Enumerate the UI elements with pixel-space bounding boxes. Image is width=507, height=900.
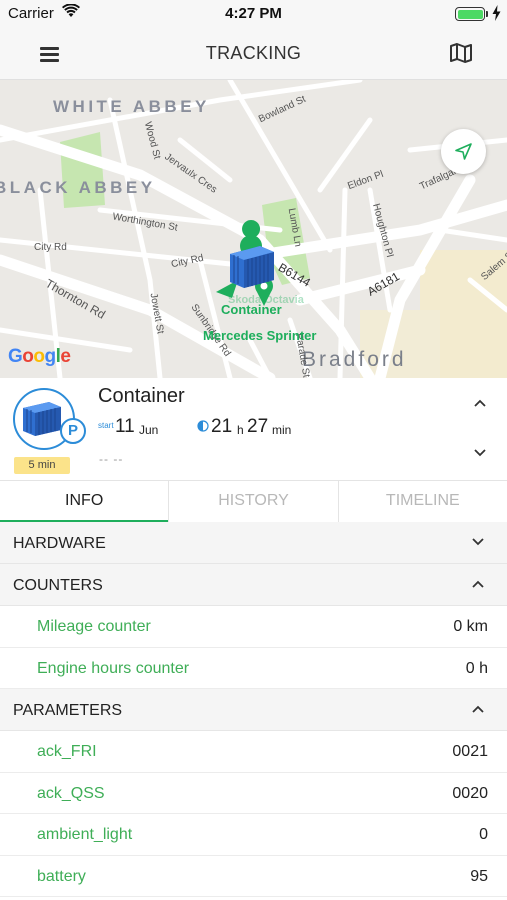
list-item[interactable]: ambient_light 0 (0, 814, 507, 856)
google-logo: Google (8, 346, 71, 367)
section-title: PARAMETERS (13, 702, 123, 719)
list-item[interactable]: Mileage counter 0 km (0, 606, 507, 648)
nav-bar: TRACKING (0, 28, 507, 80)
section-header-counters[interactable]: COUNTERS (0, 564, 507, 606)
chevron-down-icon[interactable] (473, 448, 487, 458)
duration-minutes-unit: min (272, 423, 292, 437)
map-view[interactable]: WHITE ABBEY BLACK ABBEY Bradford Bowland… (0, 80, 507, 378)
vehicle-name-label: Mercedes Sprinter (203, 328, 317, 343)
charging-bolt-icon (492, 5, 501, 21)
section-header-hardware[interactable]: HARDWARE (0, 522, 507, 564)
unit-name: Container (98, 385, 185, 407)
row-label: ambient_light (37, 826, 133, 843)
district-label: WHITE ABBEY (53, 97, 210, 116)
container-marker[interactable] (230, 246, 274, 288)
duration-hours: 21 (211, 416, 233, 437)
start-day: 11 (115, 416, 135, 437)
chevron-down-icon (472, 538, 484, 546)
unit-address: -- -- (99, 452, 124, 466)
tab-timeline[interactable]: TIMELINE (339, 481, 507, 522)
duration-hours-unit: h (237, 423, 244, 437)
street-label: City Rd (34, 242, 67, 253)
district-label: BLACK ABBEY (0, 178, 156, 197)
row-value: 95 (470, 867, 488, 885)
section-title: HARDWARE (13, 535, 106, 552)
row-label: Engine hours counter (37, 659, 190, 677)
navigation-arrow-icon (455, 143, 472, 160)
tab-info[interactable]: INFO (0, 481, 170, 523)
row-value: 0021 (452, 743, 488, 760)
vehicle-name-label: Container (221, 302, 282, 317)
unit-card[interactable]: P 5 min Container start 11 Jun 21 h 27 m… (0, 378, 507, 480)
chevron-up-icon[interactable] (473, 398, 487, 408)
page-title: TRACKING (205, 43, 302, 63)
clock: 4:27 PM (225, 5, 282, 22)
row-label: ack_QSS (37, 784, 105, 802)
list-item[interactable]: Engine hours counter 0 h (0, 647, 507, 689)
row-value: 0 (479, 826, 488, 843)
status-bar: Carrier 4:27 PM (0, 0, 507, 28)
duration-minutes: 27 (247, 416, 269, 437)
section-header-parameters[interactable]: PARAMETERS (0, 689, 507, 731)
duration-icon (197, 420, 209, 432)
folded-map-icon[interactable] (449, 42, 473, 64)
parking-badge: P (60, 418, 86, 444)
tab-bar: INFO HISTORY TIMELINE (0, 480, 507, 523)
info-list: HARDWARE COUNTERS Mileage counter 0 km E… (0, 522, 507, 897)
row-label: ack_FRI (37, 743, 97, 760)
section-title: COUNTERS (13, 577, 103, 594)
chevron-up-icon (472, 580, 484, 588)
start-label: start (98, 421, 114, 430)
battery-icon (455, 7, 485, 21)
list-item[interactable]: battery 95 (0, 855, 507, 897)
chevron-up-icon (472, 705, 484, 713)
interval-badge: 5 min (14, 457, 70, 474)
city-label: Bradford (302, 348, 407, 371)
row-value: 0020 (452, 784, 488, 802)
row-value: 0 h (465, 659, 488, 677)
battery-tip (486, 11, 488, 17)
row-label: battery (37, 867, 86, 885)
list-item[interactable]: ack_QSS 0020 (0, 772, 507, 814)
list-item[interactable]: ack_FRI 0021 (0, 731, 507, 773)
locate-button[interactable] (441, 129, 486, 174)
row-label: Mileage counter (37, 618, 151, 635)
tab-history[interactable]: HISTORY (169, 481, 339, 522)
row-value: 0 km (453, 618, 488, 635)
start-month: Jun (139, 423, 159, 437)
